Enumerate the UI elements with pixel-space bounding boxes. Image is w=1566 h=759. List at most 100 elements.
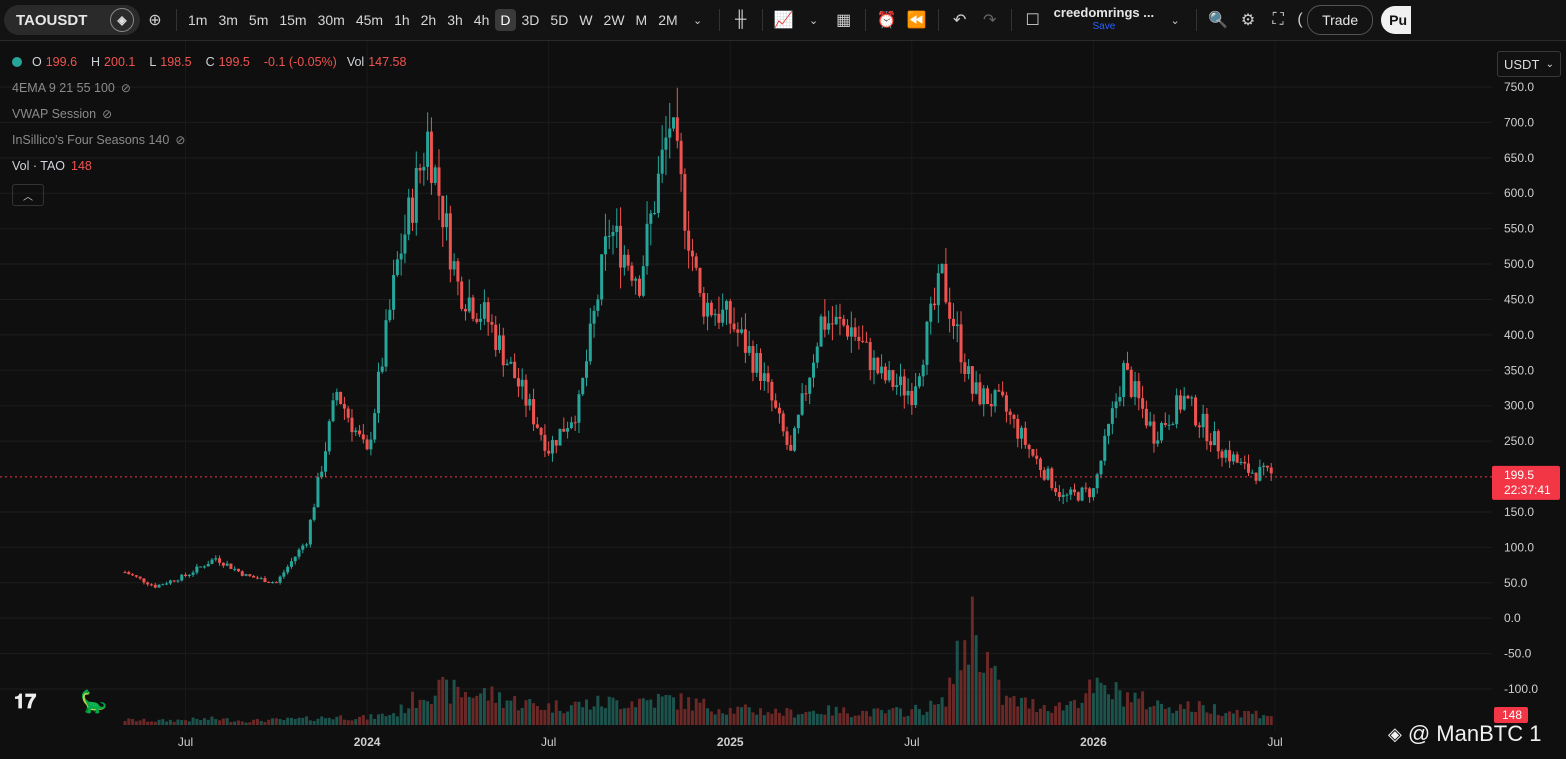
undo-icon[interactable]: ↶	[945, 5, 975, 35]
candle-body	[736, 329, 740, 333]
candle-body	[1012, 414, 1016, 419]
candle-body	[683, 174, 687, 231]
candle-body	[766, 373, 770, 382]
candle-body	[562, 428, 566, 432]
hidden-eye-icon[interactable]: ⊘	[102, 107, 112, 121]
replay-icon[interactable]: ⏪	[902, 5, 932, 35]
candle-body	[236, 568, 240, 572]
candle-body	[955, 324, 959, 327]
timeframe-4h[interactable]: 4h	[469, 9, 495, 31]
chart-pane[interactable]: 750.0 700.0 650.0 600.0 550.0 500.0 450.0 400.0…	[0, 41, 1566, 759]
timeframe-1h[interactable]: 1h	[389, 9, 415, 31]
candle-body	[967, 366, 971, 375]
timeframe-2m[interactable]: 2M	[653, 9, 682, 31]
candle-body	[263, 578, 267, 583]
candle-body	[195, 566, 199, 573]
layout-grid-icon[interactable]: ▦	[829, 5, 859, 35]
timeframe-d[interactable]: D	[495, 9, 516, 31]
timeframe-3d[interactable]: 3D	[517, 9, 545, 31]
candle-body	[675, 117, 679, 141]
collapse-legend-button[interactable]: ︿	[12, 184, 44, 206]
indicator-ema[interactable]: 4EMA 9 21 55 100 ⊘	[12, 81, 131, 95]
candle-body	[414, 168, 418, 223]
volume-bar	[706, 708, 710, 725]
timeframe-dropdown-icon[interactable]: ⌄	[683, 5, 713, 35]
volume-bar	[607, 696, 611, 725]
timeframe-3h[interactable]: 3h	[442, 9, 468, 31]
timeframe-3m[interactable]: 3m	[213, 9, 242, 31]
publish-button[interactable]: Pu	[1381, 6, 1412, 34]
timeframe-5d[interactable]: 5D	[545, 9, 573, 31]
timeframe-2w[interactable]: 2W	[599, 9, 630, 31]
volume-legend[interactable]: Vol · TAO 148	[12, 159, 92, 173]
indicators-icon[interactable]: 📈	[769, 5, 799, 35]
timeframe-30m[interactable]: 30m	[313, 9, 350, 31]
layout-square-icon[interactable]: ☐	[1018, 5, 1048, 35]
timeframe-1m[interactable]: 1m	[183, 9, 212, 31]
volume-bar	[709, 711, 713, 725]
tradingview-logo: 𝟏𝟕	[14, 691, 37, 713]
candle-body	[815, 346, 819, 363]
volume-bar	[596, 695, 600, 725]
hidden-eye-icon[interactable]: ⊘	[175, 133, 185, 147]
layout-dropdown-icon[interactable]: ⌄	[1160, 5, 1190, 35]
volume-bar	[713, 714, 717, 725]
candle-type-icon[interactable]: ╫	[726, 5, 756, 35]
volume-bar	[823, 714, 827, 725]
volume-bar	[554, 700, 558, 725]
price-chart[interactable]: 750.0 700.0 650.0 600.0 550.0 500.0 450.0 400.0…	[0, 41, 1566, 759]
volume-bar	[498, 692, 502, 725]
redo-icon[interactable]: ↷	[975, 5, 1005, 35]
volume-bar	[766, 712, 770, 725]
candle-body	[331, 400, 335, 422]
volume-bar	[240, 721, 244, 725]
timeframe-w[interactable]: W	[574, 9, 597, 31]
hidden-eye-icon[interactable]: ⊘	[121, 81, 131, 95]
volume-bar	[441, 676, 445, 725]
candle-body	[1103, 435, 1107, 461]
candle-body	[380, 366, 384, 372]
status-dot-icon	[12, 57, 22, 67]
timeframe-45m[interactable]: 45m	[351, 9, 388, 31]
currency-button[interactable]: USDT ⌄	[1497, 51, 1561, 77]
save-label[interactable]: Save	[1092, 20, 1115, 34]
candle-body	[1122, 363, 1126, 397]
candle-body	[323, 451, 327, 472]
trade-button[interactable]: Trade	[1307, 5, 1374, 35]
candle-body	[1235, 454, 1239, 463]
timeframe-5m[interactable]: 5m	[244, 9, 273, 31]
timeframe-m[interactable]: M	[631, 9, 653, 31]
indicator-four-seasons[interactable]: InSillico's Four Seasons 140 ⊘	[12, 133, 185, 147]
settings-icon[interactable]: ⚙	[1233, 5, 1263, 35]
alert-icon[interactable]: ⏰	[872, 5, 902, 35]
candle-body	[963, 362, 967, 375]
add-symbol-icon[interactable]: ⊕	[140, 5, 170, 35]
timeframe-15m[interactable]: 15m	[274, 9, 311, 31]
volume-bar	[509, 700, 513, 725]
symbol-visibility-icon[interactable]: ◈	[110, 8, 134, 32]
volume-bar	[532, 703, 536, 725]
top-toolbar: TAOUSDT ◈ ⊕ 1m 3m 5m 15m 30m 45m 1h 2h 3h 4h D 3D 5D…	[0, 0, 1566, 41]
indicators-dropdown-icon[interactable]: ⌄	[799, 5, 829, 35]
snapshot-icon[interactable]: (	[1293, 5, 1307, 35]
volume-bar	[376, 714, 380, 725]
candle-body	[910, 390, 914, 406]
volume-bar	[199, 720, 203, 725]
volume-bar	[770, 713, 774, 725]
volume-bar	[505, 700, 509, 725]
quick-search-icon[interactable]: 🔍	[1203, 5, 1233, 35]
symbol-search[interactable]: TAOUSDT ◈	[4, 5, 140, 35]
candle-body	[221, 562, 225, 566]
volume-bar	[611, 697, 615, 725]
candle-body	[218, 558, 222, 563]
candle-body	[857, 336, 861, 341]
candle-body	[505, 363, 509, 366]
volume-bar	[369, 714, 373, 725]
timeframe-2h[interactable]: 2h	[416, 9, 442, 31]
fullscreen-icon[interactable]: ⛶	[1263, 5, 1293, 35]
indicator-vwap[interactable]: VWAP Session ⊘	[12, 107, 112, 121]
candle-body	[933, 303, 937, 306]
volume-bar	[959, 670, 963, 725]
layout-save[interactable]: creedomrings ... Save	[1054, 6, 1154, 34]
candle-body	[717, 313, 721, 323]
